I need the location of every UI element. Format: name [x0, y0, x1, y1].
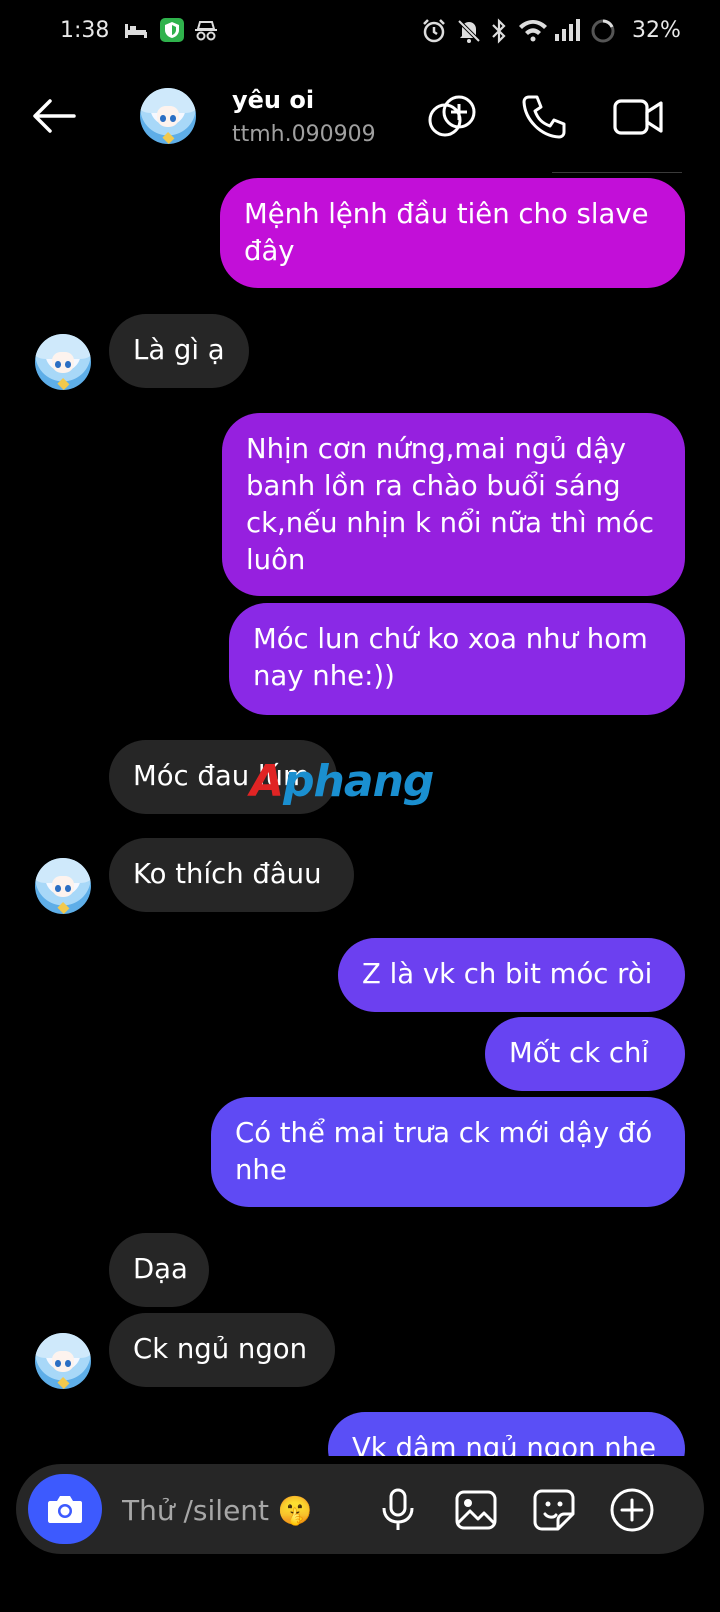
- message-outgoing[interactable]: Z là vk ch bit móc ròi: [338, 938, 685, 1012]
- message-outgoing[interactable]: Mốt ck chỉ: [485, 1017, 685, 1091]
- call-button[interactable]: [516, 89, 572, 145]
- camera-icon: [48, 1496, 82, 1523]
- message-composer: [16, 1464, 704, 1554]
- navigation-bar: [0, 1570, 720, 1612]
- battery-icon: [590, 18, 616, 48]
- sticker-icon: [533, 1489, 575, 1531]
- gallery-icon: [455, 1490, 497, 1530]
- message-incoming[interactable]: Là gì ạ: [109, 314, 249, 388]
- add-effects-icon: [428, 95, 476, 137]
- arrow-left-icon: [33, 99, 76, 133]
- bluetooth-icon: [490, 18, 508, 48]
- status-bar: 1:38 32%: [0, 0, 720, 64]
- sticker-button[interactable]: [526, 1482, 582, 1538]
- message-incoming[interactable]: Ck ngủ ngon: [109, 1313, 335, 1387]
- message-outgoing[interactable]: Nhịn cơn nứng,mai ngủ dậy banh lồn ra ch…: [222, 413, 685, 596]
- sender-avatar[interactable]: [35, 334, 91, 390]
- contact-avatar[interactable]: [140, 88, 196, 144]
- camera-button[interactable]: [28, 1474, 102, 1544]
- message-input[interactable]: [120, 1484, 344, 1536]
- phone-icon: [522, 95, 566, 139]
- message-outgoing[interactable]: Móc lun chứ ko xoa như hom nay nhe:)): [229, 603, 685, 715]
- contact-username[interactable]: ttmh.090909: [232, 122, 376, 147]
- sender-avatar[interactable]: [35, 858, 91, 914]
- back-button[interactable]: [26, 88, 82, 144]
- watermark-logo: Aphang: [250, 756, 434, 807]
- more-button[interactable]: [604, 1482, 660, 1538]
- status-time: 1:38: [60, 18, 110, 43]
- header-divider: [552, 172, 682, 173]
- contact-name[interactable]: yêu oi: [232, 86, 314, 114]
- gallery-button[interactable]: [448, 1482, 504, 1538]
- signal-icon: [554, 18, 582, 46]
- battery-percent: 32%: [632, 18, 681, 43]
- message-outgoing[interactable]: Có thể mai trưa ck mới dậy đó nhe: [211, 1097, 685, 1207]
- bell-off-icon: [456, 18, 482, 48]
- message-incoming[interactable]: Ko thích đâuu: [109, 838, 354, 912]
- shield-app-icon: [160, 18, 184, 46]
- sleep-icon: [124, 20, 148, 44]
- add-effects-button[interactable]: [424, 89, 480, 145]
- sender-avatar[interactable]: [35, 1333, 91, 1389]
- alarm-icon: [421, 18, 447, 48]
- incognito-icon: [194, 20, 218, 46]
- message-incoming[interactable]: Dạa: [109, 1233, 209, 1307]
- video-camera-icon: [613, 99, 663, 135]
- video-call-button[interactable]: [610, 89, 666, 145]
- message-outgoing[interactable]: Mệnh lệnh đầu tiên cho slave đây: [220, 178, 685, 288]
- wifi-icon: [518, 18, 548, 46]
- microphone-button[interactable]: [370, 1482, 426, 1538]
- microphone-icon: [382, 1488, 414, 1530]
- plus-icon: [610, 1488, 654, 1532]
